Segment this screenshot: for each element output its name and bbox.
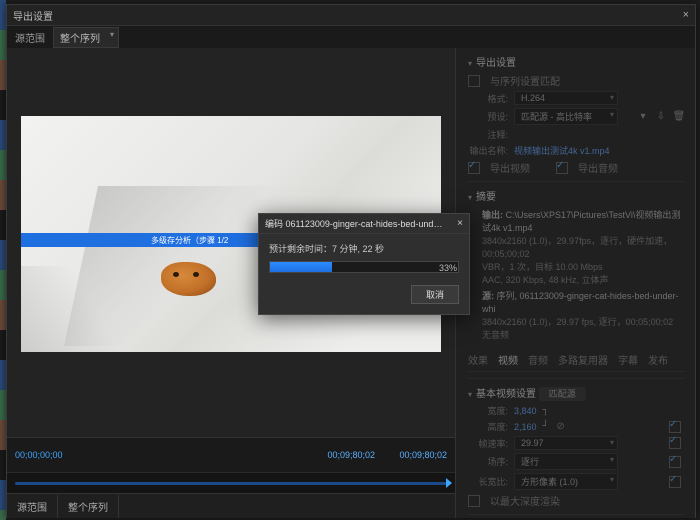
bracket-bot: ┘ (543, 421, 549, 432)
link-dimensions-icon[interactable]: ⊘ (555, 421, 567, 433)
right-panel: ▾导出设置 与序列设置匹配 格式:H.264 预设: 匹配源 - 高比特率 ▾ … (456, 48, 695, 518)
dialog-cancel-button[interactable]: 取消 (411, 285, 459, 304)
encoding-dialog: 编码 061123009-ginger-cat-hides-bed-under-… (258, 213, 470, 315)
timecode-left[interactable]: 00;00;00;00 (15, 450, 63, 460)
tab-captions[interactable]: 字幕 (618, 352, 638, 367)
progress-percent: 33% (269, 263, 457, 273)
foot-tab-source[interactable]: 源范围 (7, 495, 58, 518)
bracket-top: ┐ (543, 405, 549, 416)
cat-subject (161, 262, 216, 296)
fps-dropdown[interactable]: 29.97 (514, 436, 618, 450)
summary-block: 输出: C:\Users\XPS17\Pictures\TestVi\视频输出测… (468, 207, 685, 344)
close-icon[interactable]: × (683, 9, 689, 21)
tab-mux[interactable]: 多路复用器 (558, 352, 608, 367)
fps-match-checkbox[interactable] (669, 437, 681, 449)
aspect-dropdown[interactable]: 方形像素 (1.0) (514, 473, 618, 490)
width-value[interactable]: 3,840 (514, 406, 537, 416)
basic-video-heading: ▾基本视频设置 匹配源 (468, 385, 685, 400)
preset-dropdown[interactable]: 匹配源 - 高比特率 (514, 108, 618, 125)
order-match-checkbox[interactable] (669, 456, 681, 468)
titlebar: 导出设置 × (7, 5, 695, 26)
tab-effects[interactable]: 效果 (468, 352, 488, 367)
import-preset-icon[interactable]: ⇩ (655, 111, 667, 123)
settings-tabs: 效果 视频 音频 多路复用器 字幕 发布 (468, 352, 685, 372)
aspect-match-checkbox[interactable] (669, 476, 681, 488)
analysis-band-label: 多级存分析（步骤 1/2 (151, 235, 228, 246)
dialog-title: 编码 061123009-ginger-cat-hides-bed-under-… (265, 217, 445, 230)
scrub-bar[interactable] (7, 472, 455, 493)
tab-audio[interactable]: 音频 (528, 352, 548, 367)
timecode-duration: 00;09;80;02 (399, 450, 447, 460)
field-order-dropdown[interactable]: 逐行 (514, 453, 618, 470)
export-settings-heading: ▾导出设置 (468, 54, 685, 69)
match-sequence-checkbox[interactable] (468, 75, 480, 87)
preview-topbar: 源范围 整个序列 (7, 26, 695, 48)
foot-tab-range[interactable]: 整个序列 (58, 495, 119, 518)
width-match-checkbox[interactable] (669, 421, 681, 433)
save-preset-icon[interactable]: ▾ (637, 111, 649, 123)
match-source-button[interactable]: 匹配源 (539, 387, 586, 401)
scrub-track[interactable] (15, 482, 447, 485)
output-name-link[interactable]: 视频输出测试4k v1.mp4 (514, 144, 610, 157)
timecode-right: 00;09;80;02 (327, 450, 375, 460)
source-range-dropdown[interactable]: 整个序列 (53, 27, 119, 48)
analysis-band: 多级存分析（步骤 1/2 (21, 233, 281, 247)
format-dropdown[interactable]: H.264 (514, 91, 618, 105)
delete-preset-icon[interactable]: 🗑 (673, 111, 685, 123)
eta-text: 预计剩余时间：7 分钟, 22 秒 (269, 242, 459, 255)
export-video-checkbox[interactable] (468, 162, 480, 174)
timeline-bar[interactable]: 00;00;00;00 00;09;80;02 00;09;80;02 (7, 437, 455, 472)
window-title: 导出设置 (13, 8, 53, 23)
tab-video[interactable]: 视频 (498, 352, 518, 367)
export-audio-checkbox[interactable] (556, 162, 568, 174)
height-value[interactable]: 2,160 (514, 422, 537, 432)
summary-heading: ▾摘要 (468, 188, 685, 203)
max-depth-checkbox[interactable] (468, 495, 480, 507)
dialog-close-icon[interactable]: × (457, 218, 463, 229)
tab-publish[interactable]: 发布 (648, 352, 668, 367)
source-range-label: 源范围 (15, 30, 45, 45)
preview-footer: 源范围 整个序列 (7, 493, 455, 518)
